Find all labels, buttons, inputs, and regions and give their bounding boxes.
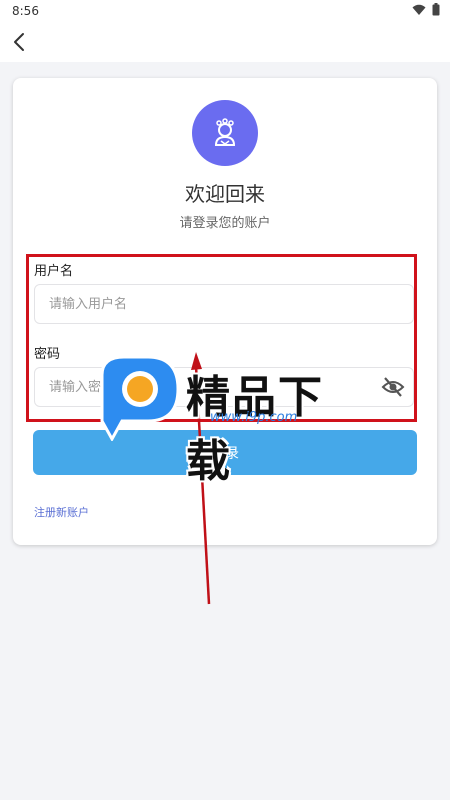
wifi-icon (412, 4, 426, 15)
status-time: 8:56 (12, 4, 39, 18)
page-title: 欢迎回来 (185, 182, 265, 206)
login-button[interactable]: 登录 (33, 430, 417, 475)
page-subtitle: 请登录您的账户 (179, 216, 271, 231)
battery-icon (432, 3, 440, 16)
status-icons (412, 3, 440, 16)
user-avatar-icon (214, 118, 236, 146)
password-label: 密码 (34, 347, 61, 362)
back-arrow-icon[interactable] (8, 30, 32, 54)
username-label: 用户名 (34, 264, 74, 279)
status-bar: 8:56 (0, 0, 450, 22)
password-input[interactable] (34, 367, 414, 407)
eye-off-icon[interactable] (381, 376, 405, 398)
username-input[interactable] (34, 284, 414, 324)
avatar (192, 100, 258, 166)
register-link[interactable]: 注册新账户 (34, 504, 89, 520)
app-bar (0, 22, 450, 62)
login-card: 欢迎回来 请登录您的账户 用户名 密码 登录 注册新账户 (13, 78, 437, 545)
